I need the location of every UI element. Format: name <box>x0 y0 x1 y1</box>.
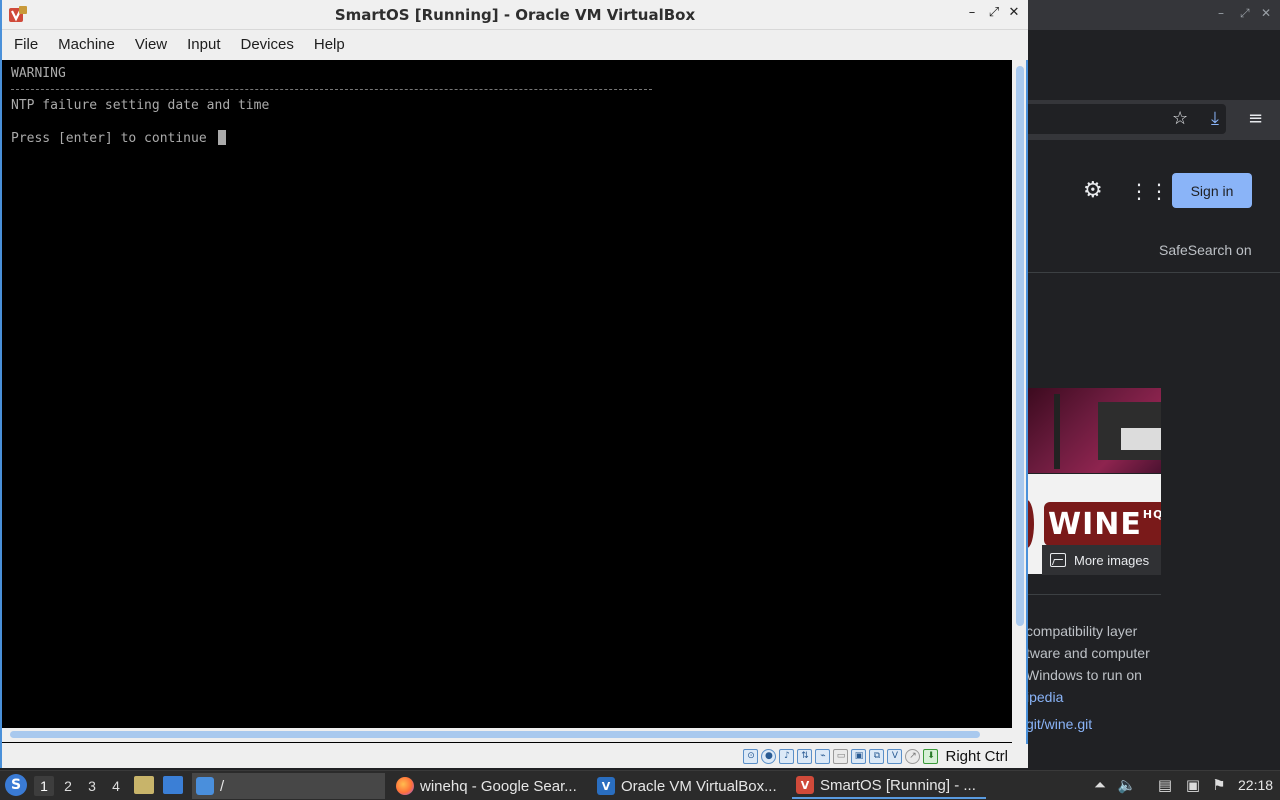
menu-help[interactable]: Help <box>304 30 355 60</box>
virtualbox-vm-window: SmartOS [Running] - Oracle VM VirtualBox… <box>0 0 1028 768</box>
bookmark-star-icon[interactable]: ☆ <box>1172 110 1188 128</box>
optical-drive-icon[interactable]: ● <box>761 748 777 764</box>
task-virtualbox-manager[interactable]: V Oracle VM VirtualBox... <box>593 773 787 799</box>
maximize-icon[interactable]: ⤢ <box>986 5 1002 20</box>
task-file-manager[interactable]: / <box>192 773 385 799</box>
workspace-2[interactable]: 2 <box>58 776 78 796</box>
ubuntu-screenshot-thumbnail[interactable] <box>1026 388 1161 473</box>
virtualbox-vm-icon: V <box>796 776 814 794</box>
tray-up-arrow-icon[interactable]: ⏶ <box>1090 775 1110 795</box>
wine-logo-sup: HQ <box>1142 508 1161 521</box>
task-label: / <box>220 777 225 795</box>
safesearch-label[interactable]: SafeSearch on <box>1159 242 1252 258</box>
show-desktop-icon[interactable] <box>163 776 183 794</box>
menu-machine[interactable]: Machine <box>48 30 125 60</box>
description-line: compatibility layer <box>1026 623 1138 639</box>
shared-folders-icon[interactable]: ▭ <box>833 748 849 764</box>
sign-in-button[interactable]: Sign in <box>1172 173 1252 208</box>
menu-view[interactable]: View <box>125 30 177 60</box>
usb-icon[interactable]: ⌁ <box>815 748 831 764</box>
workspace-1[interactable]: 1 <box>34 776 54 796</box>
vm-status-bar: ⊙ ● ♪ ⇅ ⌁ ▭ ▣ ⧉ V ↗ ⬇ Right Ctrl <box>2 744 1028 768</box>
taskbar: S 1 2 3 4 / winehq - Google Sear... V Or… <box>0 770 1280 800</box>
knowledge-panel-description: compatibility layer tware and computer W… <box>1026 620 1280 708</box>
close-icon[interactable]: ✕ <box>1006 5 1022 20</box>
browser-tabbar <box>1026 30 1280 100</box>
clock[interactable]: 22:18 <box>1238 777 1273 793</box>
browser-url-field[interactable] <box>1026 104 1226 134</box>
volume-icon[interactable]: 🔈 <box>1117 775 1137 795</box>
clipboard-icon[interactable]: ▤ <box>1155 775 1175 795</box>
task-smartos-vm[interactable]: V SmartOS [Running] - ... <box>792 773 986 799</box>
virtualization-icon[interactable]: V <box>887 748 903 764</box>
folder-icon <box>196 777 214 795</box>
minimize-icon[interactable]: – <box>964 5 980 20</box>
divider <box>1026 594 1161 595</box>
git-url-link[interactable]: git/wine.git <box>1026 716 1092 732</box>
thumbnail-dock <box>1054 394 1060 469</box>
horizontal-scroll-thumb[interactable] <box>10 731 980 738</box>
wine-logo-text: WINE <box>1048 506 1142 542</box>
browser-minimize-icon[interactable]: – <box>1218 6 1224 20</box>
more-images-button[interactable]: More images <box>1042 545 1161 575</box>
description-line: tware and computer <box>1026 645 1150 661</box>
notification-icon[interactable]: ⚑ <box>1209 775 1229 795</box>
display-icon[interactable]: ▣ <box>851 748 867 764</box>
hard-disk-icon[interactable]: ⊙ <box>743 748 759 764</box>
workspace-4[interactable]: 4 <box>106 776 126 796</box>
menu-file[interactable]: File <box>4 30 48 60</box>
console-prompt-text: Press [enter] to continue <box>11 131 215 146</box>
wine-logo: WINE HQ <box>1044 502 1161 546</box>
start-menu-icon[interactable]: S <box>5 774 27 796</box>
network-icon[interactable]: ⇅ <box>797 748 813 764</box>
menu-input[interactable]: Input <box>177 30 230 60</box>
console-separator <box>11 89 652 90</box>
network-tray-icon[interactable]: ▣ <box>1183 775 1203 795</box>
console-warning-line: WARNING <box>11 66 66 81</box>
menu-devices[interactable]: Devices <box>231 30 304 60</box>
more-images-label: More images <box>1074 552 1150 568</box>
description-line: Windows to run on <box>1026 667 1142 683</box>
task-firefox[interactable]: winehq - Google Sear... <box>392 773 586 799</box>
console-ntp-line: NTP failure setting date and time <box>11 98 270 113</box>
firefox-icon <box>396 777 414 795</box>
mouse-integration-icon[interactable]: ↗ <box>905 748 921 764</box>
vertical-scrollbar[interactable] <box>1014 62 1026 732</box>
browser-restore-icon[interactable]: ⤢ <box>1240 6 1250 21</box>
console-prompt-line: Press [enter] to continue <box>11 130 226 146</box>
horizontal-scrollbar[interactable] <box>2 728 1012 742</box>
image-icon <box>1050 553 1066 567</box>
background-browser-window: – ⤢ ✕ ☆ ⤓ ≡ ⚙ ⋮⋮ Sign in SafeSearch on W… <box>1026 0 1280 770</box>
thumbnail-dialog <box>1121 428 1161 450</box>
audio-icon[interactable]: ♪ <box>779 748 795 764</box>
window-titlebar[interactable]: SmartOS [Running] - Oracle VM VirtualBox… <box>2 0 1028 30</box>
apps-grid-icon[interactable]: ⋮⋮ <box>1129 181 1169 201</box>
settings-gear-icon[interactable]: ⚙ <box>1083 180 1103 202</box>
divider <box>1026 272 1280 273</box>
vm-console-screen[interactable]: WARNING NTP failure setting date and tim… <box>2 60 1012 743</box>
workspace-3[interactable]: 3 <box>82 776 102 796</box>
file-manager-launcher-icon[interactable] <box>134 776 154 794</box>
task-label: SmartOS [Running] - ... <box>820 776 976 794</box>
wikipedia-link[interactable]: ipedia <box>1026 686 1280 708</box>
browser-close-icon[interactable]: ✕ <box>1261 6 1271 20</box>
virtualbox-manager-icon: V <box>597 777 615 795</box>
browser-menu-icon[interactable]: ≡ <box>1248 110 1263 128</box>
host-key-arrow-icon[interactable]: ⬇ <box>923 748 939 764</box>
browser-titlebar: – ⤢ ✕ <box>1026 0 1280 30</box>
download-icon[interactable]: ⤓ <box>1211 110 1219 128</box>
task-label: Oracle VM VirtualBox... <box>621 777 777 795</box>
window-title: SmartOS [Running] - Oracle VM VirtualBox <box>334 6 696 24</box>
vertical-scroll-thumb[interactable] <box>1016 66 1024 626</box>
task-label: winehq - Google Sear... <box>420 777 577 795</box>
video-capture-icon[interactable]: ⧉ <box>869 748 885 764</box>
text-cursor <box>217 130 226 145</box>
host-key-label: Right Ctrl <box>945 747 1008 765</box>
menu-bar: File Machine View Input Devices Help <box>2 30 1028 60</box>
